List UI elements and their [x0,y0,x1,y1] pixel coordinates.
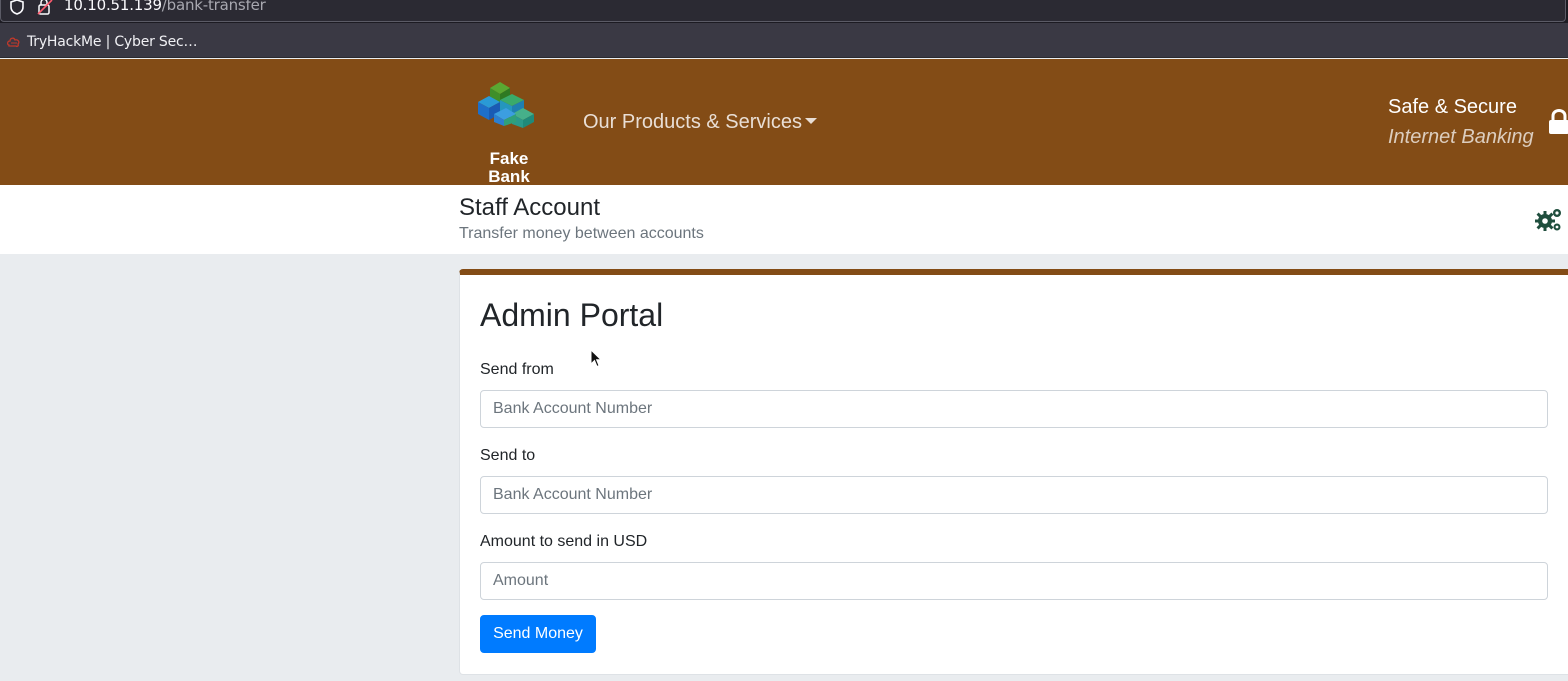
url-host: 10.10.51.139 [64,0,162,14]
send-to-input[interactable] [480,476,1548,514]
card-title: Admin Portal [480,297,664,333]
bookmark-tryhackme[interactable]: TryHackMe | Cyber Sec… [27,34,198,50]
amount-label: Amount to send in USD [480,533,648,550]
send-from-label: Send from [480,361,554,378]
lock-icon [1549,109,1568,134]
tagline-line2: Internet Banking [1388,126,1534,148]
insecure-lock-icon[interactable] [37,0,53,15]
gears-icon[interactable] [1535,207,1563,233]
url-field[interactable]: 10.10.51.139/bank-transfer [0,0,1566,22]
tagline-line1: Safe & Secure [1388,96,1517,118]
shield-icon[interactable] [10,0,24,15]
send-to-label: Send to [480,447,536,464]
admin-portal-card: Admin Portal Send from Send to Amount to… [459,269,1568,675]
amount-input[interactable] [480,562,1548,600]
tryhackme-favicon-icon [6,37,20,48]
logo-cubes-icon [478,82,534,128]
page-subtitle: Transfer money between accounts [459,225,704,242]
logo-text-line2: Bank [488,167,530,186]
products-services-dropdown[interactable]: Our Products & Services [583,111,817,134]
browser-url-bar[interactable]: 10.10.51.139/bank-transfer [0,0,1568,23]
page-title: Staff Account [459,194,600,221]
logo-text-line1: Fake [489,149,529,168]
fake-bank-logo[interactable]: Fake Bank [476,76,546,186]
mouse-cursor-icon [590,349,602,368]
url-text[interactable]: 10.10.51.139/bank-transfer [64,0,266,14]
products-services-label: Our Products & Services [583,111,802,133]
send-from-input[interactable] [480,390,1548,428]
url-path: /bank-transfer [161,0,266,14]
bookmarks-bar: TryHackMe | Cyber Sec… [0,23,1568,58]
send-money-button[interactable]: Send Money [480,615,596,653]
caret-down-icon [804,118,817,124]
page-subheader: Staff Account Transfer money between acc… [0,185,1568,254]
site-header: Fake Bank Our Products & Services Safe &… [0,59,1568,186]
